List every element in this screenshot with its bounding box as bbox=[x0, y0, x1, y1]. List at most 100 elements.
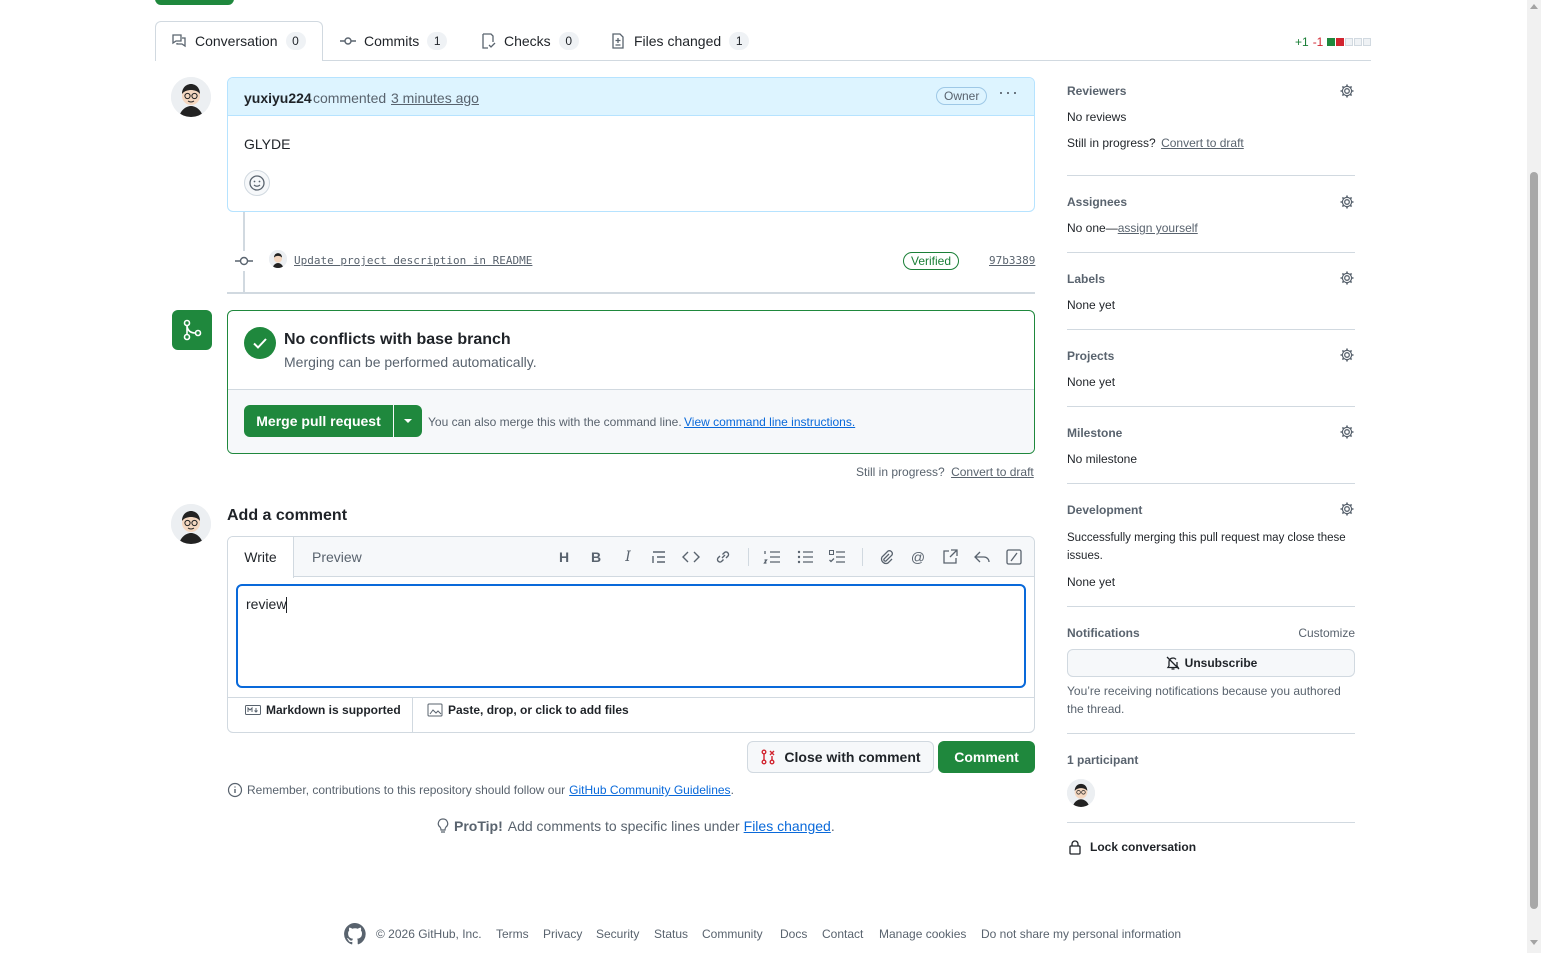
verified-badge[interactable]: Verified bbox=[903, 252, 960, 270]
assignees-title[interactable]: Assignees bbox=[1067, 195, 1127, 209]
scrollbar-track[interactable] bbox=[1527, 0, 1541, 953]
sidebar-development: Development Successfully merging this pu… bbox=[1067, 501, 1355, 607]
projects-title[interactable]: Projects bbox=[1067, 349, 1114, 363]
merge-pull-request-button[interactable]: Merge pull request bbox=[244, 405, 393, 437]
tab-conversation-label: Conversation bbox=[195, 33, 278, 49]
comment-time[interactable]: 3 minutes ago bbox=[391, 90, 479, 106]
footer-link-do-not-share[interactable]: Do not share my personal information bbox=[981, 927, 1181, 941]
labels-title[interactable]: Labels bbox=[1067, 272, 1105, 286]
current-user-avatar[interactable] bbox=[171, 504, 211, 544]
avatar[interactable] bbox=[171, 77, 211, 117]
sidebar-assignees: Assignees No one—assign yourself bbox=[1067, 193, 1355, 253]
lock-icon bbox=[1069, 840, 1081, 855]
reviewers-title[interactable]: Reviewers bbox=[1067, 84, 1126, 98]
assign-yourself-link[interactable]: assign yourself bbox=[1118, 221, 1198, 235]
bold-icon[interactable]: B bbox=[587, 548, 605, 566]
comment-body: GLYDE bbox=[244, 136, 291, 152]
notifications-title: Notifications bbox=[1067, 626, 1140, 640]
tab-commits[interactable]: Commits 1 bbox=[340, 21, 448, 61]
comment-box: yuxiyu224 commented 3 minutes ago Owner … bbox=[227, 77, 1035, 212]
commit-message-link[interactable]: Update project description in README bbox=[294, 254, 532, 267]
sidebar-projects: Projects None yet bbox=[1067, 347, 1355, 407]
participant-avatar[interactable] bbox=[1067, 779, 1095, 807]
sidebar-convert-to-draft-link[interactable]: Convert to draft bbox=[1161, 136, 1244, 150]
heading-icon[interactable]: H bbox=[555, 548, 573, 566]
diffstat: +1 -1 bbox=[1295, 35, 1372, 49]
unordered-list-icon[interactable] bbox=[796, 548, 814, 566]
files-changed-link[interactable]: Files changed bbox=[744, 818, 831, 834]
view-cli-instructions-link[interactable]: View command line instructions. bbox=[684, 415, 855, 429]
footer-link-contact[interactable]: Contact bbox=[822, 927, 863, 941]
labels-value: None yet bbox=[1067, 298, 1116, 312]
gear-icon[interactable] bbox=[1339, 501, 1355, 517]
ordered-list-icon[interactable] bbox=[763, 548, 781, 566]
tab-files-changed[interactable]: Files changed 1 bbox=[610, 21, 750, 61]
footer-link-status[interactable]: Status bbox=[654, 927, 688, 941]
scrollbar-up-arrow[interactable] bbox=[1530, 4, 1538, 9]
scrollbar-thumb[interactable] bbox=[1530, 172, 1538, 909]
gear-icon[interactable] bbox=[1339, 194, 1355, 210]
footer-link-community[interactable]: Community bbox=[702, 927, 763, 941]
gear-icon[interactable] bbox=[1339, 270, 1355, 286]
tab-preview[interactable]: Preview bbox=[312, 537, 362, 577]
footer-link-privacy[interactable]: Privacy bbox=[543, 927, 582, 941]
community-guidelines-link[interactable]: GitHub Community Guidelines bbox=[569, 783, 730, 797]
gear-icon[interactable] bbox=[1339, 83, 1355, 99]
top-green-button-partial[interactable] bbox=[155, 0, 234, 5]
tab-checks[interactable]: Checks 0 bbox=[480, 21, 579, 61]
paperclip-icon[interactable] bbox=[877, 548, 895, 566]
convert-to-draft-link[interactable]: Convert to draft bbox=[951, 465, 1034, 479]
mention-icon[interactable]: @ bbox=[909, 548, 927, 566]
development-title[interactable]: Development bbox=[1067, 503, 1142, 517]
quote-icon[interactable] bbox=[650, 548, 668, 566]
lock-conversation[interactable]: Lock conversation bbox=[1067, 839, 1196, 855]
tab-conversation-count: 0 bbox=[285, 32, 306, 50]
add-reaction-icon[interactable] bbox=[244, 170, 270, 196]
attach-files[interactable]: Paste, drop, or click to add files bbox=[427, 703, 629, 717]
italic-icon[interactable]: I bbox=[619, 548, 637, 566]
github-logo-icon[interactable] bbox=[343, 922, 367, 946]
merge-cli-note: You can also merge this with the command… bbox=[428, 415, 682, 429]
merge-dropdown-button[interactable] bbox=[394, 405, 422, 437]
markdown-supported[interactable]: Markdown is supported bbox=[245, 703, 401, 717]
comment-textarea[interactable]: review bbox=[236, 584, 1026, 688]
kebab-menu-icon[interactable]: ··· bbox=[998, 82, 1019, 103]
comment-button[interactable]: Comment bbox=[938, 741, 1035, 773]
cross-reference-icon[interactable] bbox=[941, 548, 959, 566]
file-diff-icon bbox=[612, 33, 624, 49]
code-icon[interactable] bbox=[682, 548, 700, 566]
close-with-comment-button[interactable]: Close with comment bbox=[747, 741, 934, 773]
reply-icon[interactable] bbox=[973, 548, 991, 566]
protip-end: . bbox=[830, 818, 835, 834]
merge-subtitle: Merging can be performed automatically. bbox=[284, 354, 537, 370]
comment-author[interactable]: yuxiyu224 bbox=[244, 90, 312, 106]
gear-icon[interactable] bbox=[1339, 347, 1355, 363]
gear-icon[interactable] bbox=[1339, 424, 1355, 440]
commit-sha-link[interactable]: 97b3389 bbox=[989, 254, 1035, 267]
footer-link-terms[interactable]: Terms bbox=[496, 927, 529, 941]
tab-preview-label: Preview bbox=[312, 549, 362, 565]
git-merge-icon bbox=[172, 310, 212, 350]
footer-link-docs[interactable]: Docs bbox=[780, 927, 807, 941]
scrollbar-down-arrow[interactable] bbox=[1530, 940, 1538, 945]
add-comment-title: Add a comment bbox=[227, 507, 348, 524]
triangle-down-icon bbox=[404, 419, 412, 423]
tab-write[interactable]: Write bbox=[228, 537, 294, 578]
unsubscribe-button[interactable]: Unsubscribe bbox=[1067, 649, 1355, 677]
milestone-value: No milestone bbox=[1067, 452, 1138, 466]
slash-command-icon[interactable] bbox=[1005, 548, 1023, 566]
participants-title: 1 participant bbox=[1067, 753, 1139, 767]
link-icon[interactable] bbox=[714, 548, 732, 566]
footer-link-security[interactable]: Security bbox=[596, 927, 639, 941]
development-desc: Successfully merging this pull request m… bbox=[1067, 532, 1346, 562]
tab-files-changed-label: Files changed bbox=[634, 33, 722, 49]
customize-link[interactable]: Customize bbox=[1298, 626, 1355, 640]
image-icon bbox=[427, 703, 443, 717]
diffstat-removed: -1 bbox=[1312, 35, 1324, 49]
commit-avatar[interactable] bbox=[269, 250, 287, 268]
tab-conversation[interactable]: Conversation 0 bbox=[171, 21, 306, 61]
milestone-title[interactable]: Milestone bbox=[1067, 426, 1122, 440]
projects-value: None yet bbox=[1067, 375, 1116, 389]
footer-link-manage-cookies[interactable]: Manage cookies bbox=[879, 927, 966, 941]
task-list-icon[interactable] bbox=[828, 548, 846, 566]
